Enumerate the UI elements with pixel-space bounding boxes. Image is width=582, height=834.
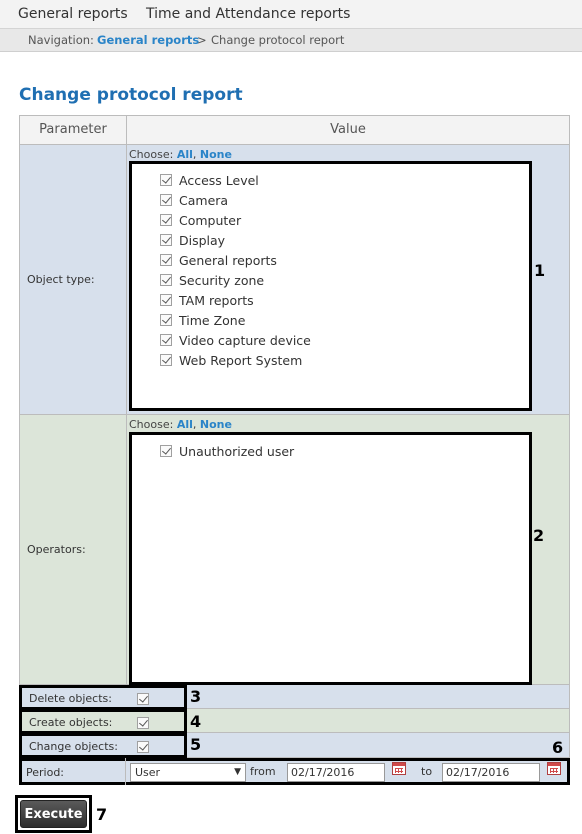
chevron-down-icon: ▼ xyxy=(234,767,241,777)
from-date-input[interactable]: 02/17/2016 xyxy=(287,763,385,782)
from-label: from xyxy=(250,765,276,778)
checkbox[interactable] xyxy=(160,334,172,346)
checkbox[interactable] xyxy=(160,214,172,226)
operators-label: Operators: xyxy=(20,415,127,684)
checkbox[interactable] xyxy=(160,254,172,266)
list-item[interactable]: Camera xyxy=(160,191,228,209)
callout-6: 6 xyxy=(552,738,564,757)
object-type-row: Object type: Choose: All, None Access Le… xyxy=(19,145,570,415)
checkbox[interactable] xyxy=(160,274,172,286)
create-objects-field: Create objects: xyxy=(19,709,187,734)
operators-choose: Choose: All, None xyxy=(129,418,232,431)
breadcrumb-prefix: Navigation: xyxy=(28,33,94,47)
list-item[interactable]: Unauthorized user xyxy=(160,442,294,460)
checkbox[interactable] xyxy=(160,234,172,246)
create-objects-checkbox[interactable] xyxy=(137,717,149,729)
column-header-value: Value xyxy=(330,122,366,137)
list-item[interactable]: Access Level xyxy=(160,171,259,189)
column-header-parameter: Parameter xyxy=(20,116,127,144)
execute-highlight: Execute xyxy=(15,795,92,833)
choose-comma: , xyxy=(192,418,197,431)
list-item[interactable]: Web Report System xyxy=(160,351,302,369)
list-item[interactable]: Time Zone xyxy=(160,311,245,329)
change-objects-label: Change objects: xyxy=(29,740,118,753)
choose-label: Choose: xyxy=(129,148,174,161)
to-date-input[interactable]: 02/17/2016 xyxy=(442,763,540,782)
create-objects-label: Create objects: xyxy=(29,716,113,729)
list-item[interactable]: Computer xyxy=(160,211,241,229)
callout-7: 7 xyxy=(96,805,108,824)
callout-4: 4 xyxy=(190,712,202,731)
column-divider xyxy=(125,758,126,785)
callout-1: 1 xyxy=(534,261,546,280)
choose-comma: , xyxy=(192,148,197,161)
checkbox[interactable] xyxy=(160,314,172,326)
table-header: Parameter Value xyxy=(19,115,570,145)
delete-objects-label: Delete objects: xyxy=(29,692,112,705)
operators-row: Operators: Choose: All, None Unauthorize… xyxy=(19,415,570,685)
list-item[interactable]: Video capture device xyxy=(160,331,311,349)
calendar-icon[interactable] xyxy=(547,762,561,775)
checkbox[interactable] xyxy=(160,174,172,186)
list-item[interactable]: Security zone xyxy=(160,271,264,289)
object-type-label: Object type: xyxy=(20,145,127,414)
tab-time-attendance-reports[interactable]: Time and Attendance reports xyxy=(146,6,350,22)
period-select[interactable]: User ▼ xyxy=(130,763,246,782)
choose-none-link[interactable]: None xyxy=(200,418,232,431)
top-menu-bar: General reports Time and Attendance repo… xyxy=(0,0,582,29)
choose-label: Choose: xyxy=(129,418,174,431)
choose-all-link[interactable]: All xyxy=(177,148,193,161)
breadcrumb: Navigation: General reports > Change pro… xyxy=(0,29,582,52)
list-item[interactable]: General reports xyxy=(160,251,277,269)
page-title: Change protocol report xyxy=(19,85,243,105)
choose-all-link[interactable]: All xyxy=(177,418,193,431)
period-label: Period: xyxy=(26,766,65,779)
list-item[interactable]: TAM reports xyxy=(160,291,254,309)
change-objects-field: Change objects: xyxy=(19,733,187,758)
object-type-choose: Choose: All, None xyxy=(129,148,232,161)
period-row: Period: User ▼ from 02/17/2016 to 02/17/… xyxy=(19,758,570,785)
checkbox[interactable] xyxy=(160,294,172,306)
calendar-icon[interactable] xyxy=(392,762,406,775)
breadcrumb-separator: > xyxy=(197,33,207,47)
checkbox[interactable] xyxy=(160,354,172,366)
checkbox[interactable] xyxy=(160,445,172,457)
change-objects-checkbox[interactable] xyxy=(137,741,149,753)
object-type-list[interactable]: Access Level Camera Computer Display Gen… xyxy=(129,161,532,411)
choose-none-link[interactable]: None xyxy=(200,148,232,161)
execute-button[interactable]: Execute xyxy=(20,800,87,828)
checkbox[interactable] xyxy=(160,194,172,206)
delete-objects-checkbox[interactable] xyxy=(137,693,149,705)
callout-3: 3 xyxy=(190,687,202,706)
breadcrumb-link-general-reports[interactable]: General reports xyxy=(97,33,199,47)
callout-5: 5 xyxy=(190,735,202,754)
delete-objects-field: Delete objects: xyxy=(19,685,187,710)
breadcrumb-current: Change protocol report xyxy=(211,33,345,47)
to-label: to xyxy=(421,765,433,778)
operators-list[interactable]: Unauthorized user xyxy=(129,432,532,685)
callout-2: 2 xyxy=(533,526,545,545)
tab-general-reports[interactable]: General reports xyxy=(18,6,128,22)
list-item[interactable]: Display xyxy=(160,231,225,249)
